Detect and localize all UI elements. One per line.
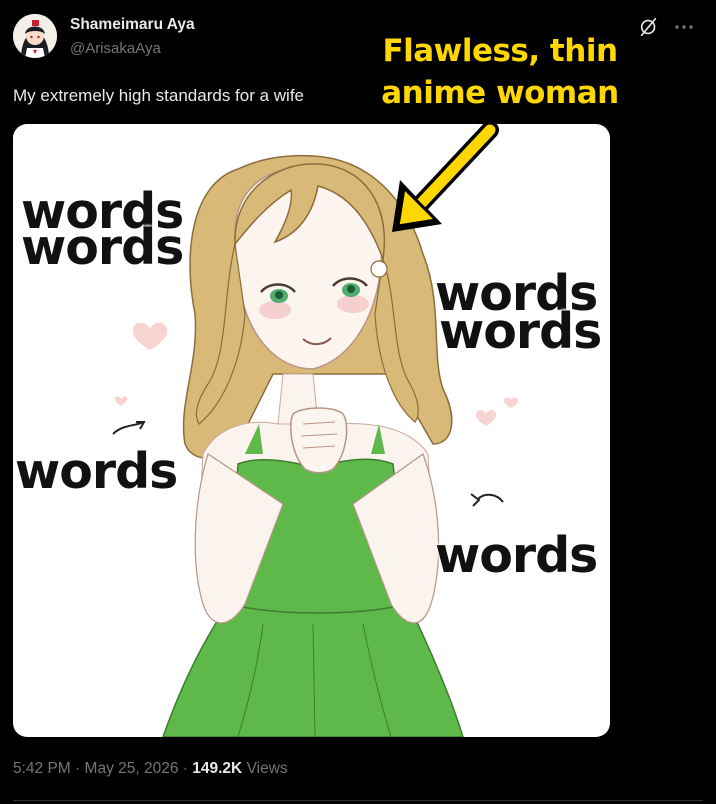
views-label: Views	[246, 760, 288, 777]
grok-icon[interactable]	[637, 15, 661, 39]
tweet-meta: 5:42 PM · May 25, 2026 · 149.2K Views	[13, 760, 288, 778]
words-label: words	[439, 303, 602, 360]
words-label: words	[435, 527, 598, 584]
author-name[interactable]: Shameimaru Aya	[70, 16, 195, 34]
overlay-caption-line1: Flawless, thin	[382, 33, 618, 69]
avatar[interactable]	[13, 14, 57, 58]
more-icon[interactable]	[671, 15, 697, 39]
tweet-time[interactable]: 5:42 PM	[13, 760, 71, 777]
overlay-arrow-icon	[392, 121, 499, 232]
avatar-image	[13, 14, 57, 58]
tweet-date[interactable]: May 25, 2026	[85, 760, 179, 777]
divider	[13, 800, 703, 801]
views-count: 149.2K	[192, 760, 243, 777]
meta-separator: ·	[182, 760, 188, 777]
author-handle[interactable]: @ArisakaAya	[70, 40, 161, 57]
words-label: words	[15, 443, 178, 500]
meta-separator: ·	[75, 760, 81, 777]
tweet-media-image[interactable]: words words words words words words	[13, 124, 610, 737]
overlay-caption-line2: anime woman	[381, 75, 619, 111]
words-label: words	[21, 219, 184, 276]
overlay-caption: Flawless, thin anime woman	[376, 30, 624, 114]
tweet-text: My extremely high standards for a wife	[13, 86, 305, 105]
